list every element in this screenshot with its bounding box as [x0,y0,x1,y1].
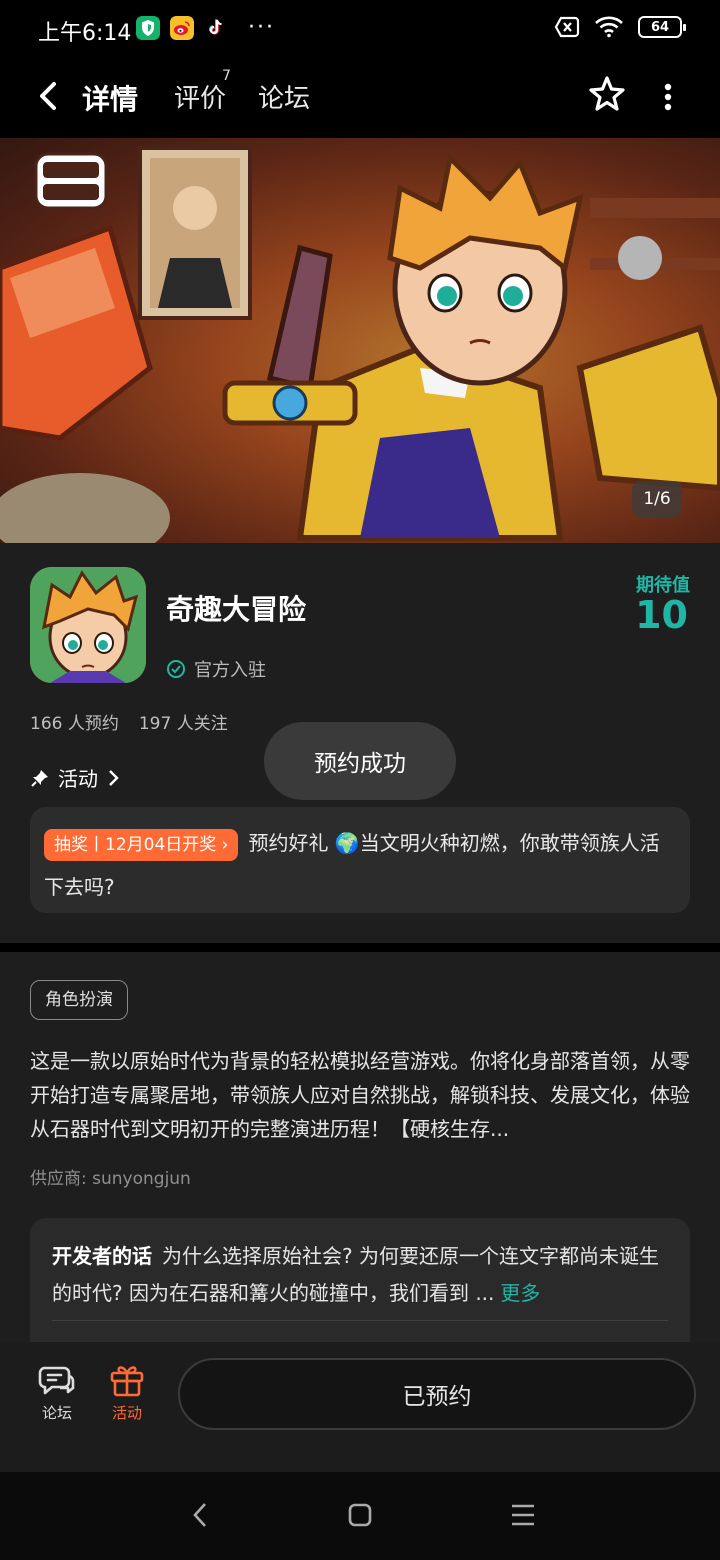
tab-forum[interactable]: 论坛 [258,78,310,115]
tiktok-icon [204,16,228,40]
developer-note[interactable]: 开发者的话 为什么选择原始社会? 为何要还原一个连文字都尚未诞生的时代? 因为在石… [30,1218,690,1342]
supplier-text: 供应商: sunyongjun [30,1169,191,1189]
review-count-badge: 7 [222,68,231,84]
banner-page-indicator: 1/6 [632,481,682,517]
shield-app-icon [136,16,160,40]
lottery-tag[interactable]: 抽奖丨12月04日开奖 › [44,828,239,861]
status-time: 上午6:14 [38,21,132,46]
bottom-activity-label: 活动 [111,1404,142,1422]
game-logo-icon [34,152,108,210]
activity-header[interactable]: 活动 [30,763,120,792]
chevron-right-icon [109,769,119,786]
gift-icon [110,1366,144,1397]
status-app-icons: ··· [136,16,275,40]
status-more-dots: ··· [248,15,275,40]
game-description[interactable]: 这是一款以原始时代为背景的轻松模拟经营游戏。你将化身部落首领，从零开始打造专属聚… [30,1044,692,1148]
game-title: 奇趣大冒险 [166,593,307,626]
reservation-count: 166 人预约 [30,714,119,734]
system-nav-bar [0,1472,720,1560]
system-menu-icon[interactable] [510,1502,536,1528]
official-badge: 官方入驻 [166,656,266,682]
reserved-button[interactable]: 已预约 [178,1358,696,1430]
follower-count: 197 人关注 [138,714,228,734]
banner-artwork [0,138,720,543]
more-vertical-icon[interactable] [656,82,680,112]
top-nav: 详情 评价 7 论坛 [0,60,720,138]
status-bar: 上午6:14 ··· 64 [0,0,720,60]
bottom-action-bar: 论坛 活动 已预约 [0,1342,720,1472]
game-stats: 166 人预约 197 人关注 [30,709,228,734]
battery-icon: 64 [638,16,686,38]
bottom-forum-label: 论坛 [41,1404,72,1422]
wifi-icon [595,16,623,38]
expect-value: 10 [635,593,688,637]
pin-icon [31,769,48,787]
developer-note-label: 开发者的话 [52,1244,152,1268]
sim-off-icon [554,16,580,38]
toast-message: 预约成功 [264,722,456,800]
weibo-icon [170,16,194,40]
status-right: 64 [554,16,686,38]
system-back-icon[interactable] [190,1500,210,1530]
bottom-activity-button[interactable]: 活动 [97,1362,157,1423]
genre-tag[interactable]: 角色扮演 [30,980,128,1020]
system-home-icon[interactable] [348,1502,372,1528]
tab-review[interactable]: 评价 [174,78,226,115]
description-card: 角色扮演 这是一款以原始时代为背景的轻松模拟经营游戏。你将化身部落首领，从零开始… [0,952,720,1342]
developer-more-link[interactable]: 更多 [500,1281,540,1305]
game-app-icon[interactable] [30,567,146,683]
bottom-forum-button[interactable]: 论坛 [27,1362,87,1423]
forum-chat-icon [38,1366,75,1395]
banner-carousel[interactable]: 1/6 [0,138,720,543]
divider [52,1320,668,1321]
official-label: 官方入驻 [194,660,266,681]
activity-heading: 活动 [58,767,98,791]
game-avatar-art [30,567,146,683]
back-arrow-icon[interactable] [34,78,64,114]
verified-check-icon [167,660,185,678]
favorite-star-icon[interactable] [586,74,628,116]
activity-item[interactable]: 抽奖丨12月04日开奖 › 预约好礼 🌍当文明火种初燃，你敢带领族人活下去吗? [30,807,690,913]
tab-detail[interactable]: 详情 [79,78,141,118]
